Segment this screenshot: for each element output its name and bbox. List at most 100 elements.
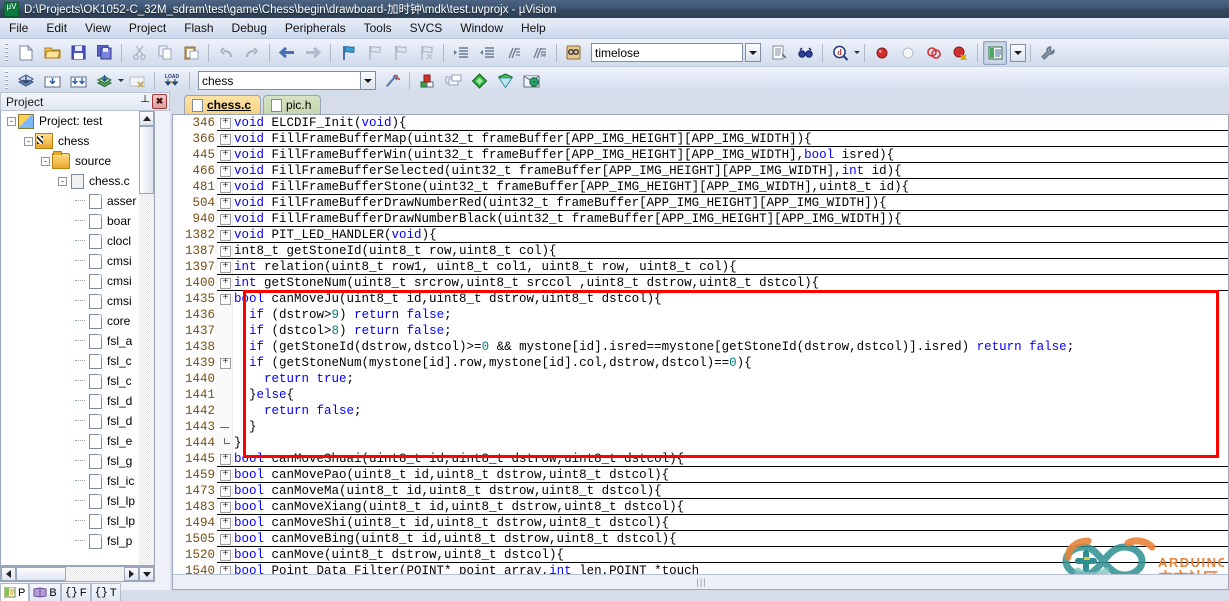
fold-expand-icon[interactable]: + xyxy=(220,517,231,529)
tree-item-fsl-c[interactable]: fsl_c xyxy=(1,371,154,391)
tab-books[interactable]: B xyxy=(29,583,61,601)
tree-item-fsl-d[interactable]: fsl_d xyxy=(1,391,154,411)
tree-expander-icon[interactable]: - xyxy=(7,116,16,126)
editor-tab-pic-h[interactable]: pic.h xyxy=(263,95,322,114)
fold-expand-icon[interactable]: + xyxy=(220,549,231,561)
find-dropdown-arrow[interactable] xyxy=(745,43,761,62)
project-tree-hscrollbar[interactable] xyxy=(0,566,155,582)
cut-button[interactable] xyxy=(127,41,151,65)
code-line[interactable]: 1505 + bool canMoveBing(uint8_t id,uint8_t… xyxy=(173,531,1228,547)
clear-bookmarks-button[interactable] xyxy=(414,41,438,65)
code-line[interactable]: 1445 + bool canMoveShuai(uint8_t id,uint8_… xyxy=(173,451,1228,467)
new-file-button[interactable] xyxy=(14,41,38,65)
menu-file[interactable]: File xyxy=(0,19,37,37)
fold-expand-icon[interactable]: + xyxy=(220,277,231,289)
menu-debug[interactable]: Debug xyxy=(223,19,276,37)
tree-expander-icon[interactable]: - xyxy=(24,136,33,146)
fold-expand-icon[interactable]: + xyxy=(220,213,231,225)
fold-expand-icon[interactable]: + xyxy=(220,149,231,161)
clipboard-paste-button[interactable] xyxy=(179,41,203,65)
prev-bookmark-button[interactable] xyxy=(362,41,386,65)
tree-item-cmsi[interactable]: cmsi xyxy=(1,271,154,291)
kill-all-breakpoints-button[interactable] xyxy=(948,41,972,65)
scroll-left-button[interactable] xyxy=(1,567,16,581)
fold-expand-icon[interactable]: + xyxy=(220,181,231,193)
target-combo-arrow[interactable] xyxy=(360,71,376,90)
code-lines[interactable]: 346 + void ELCDIF_Init(void){366 + void Fill… xyxy=(173,115,1228,589)
tree-item-fsl-lp[interactable]: fsl_lp xyxy=(1,511,154,531)
tree-item-fsl-e[interactable]: fsl_e xyxy=(1,431,154,451)
navigate-forward-button[interactable] xyxy=(301,41,325,65)
uncomment-button[interactable] xyxy=(527,41,551,65)
configuration-wizard-button[interactable] xyxy=(1036,41,1060,65)
code-line[interactable]: 1444} xyxy=(173,435,1228,451)
editor-tab-chess-c[interactable]: chess.c xyxy=(184,95,262,114)
tree-item-chess[interactable]: - chess xyxy=(1,131,154,151)
rebuild-button[interactable] xyxy=(66,69,90,93)
code-line[interactable]: 366 + void FillFrameBufferMap(uint32_t fra… xyxy=(173,131,1228,147)
manage-runtime-button[interactable] xyxy=(493,69,517,93)
code-line[interactable]: 1459 + bool canMovePao(uint8_t id,uint8_t … xyxy=(173,467,1228,483)
fold-expand-icon[interactable]: + xyxy=(220,117,231,129)
vscroll-track[interactable] xyxy=(139,194,154,565)
find-combo[interactable] xyxy=(589,43,743,62)
target-combo[interactable] xyxy=(196,71,376,90)
insert-file-button[interactable] xyxy=(767,41,791,65)
menu-svcs[interactable]: SVCS xyxy=(401,19,452,37)
code-editor[interactable]: 346 + void ELCDIF_Init(void){366 + void Fill… xyxy=(172,114,1229,590)
code-line[interactable]: 1436 if (dstrow>9) return false; xyxy=(173,307,1228,323)
code-line[interactable]: 504 + void FillFrameBufferDrawNumberRed(ui… xyxy=(173,195,1228,211)
outdent-button[interactable] xyxy=(475,41,499,65)
tree-item-project-test[interactable]: - Project: test xyxy=(1,111,154,131)
redo-button[interactable] xyxy=(240,41,264,65)
stop-build-button[interactable] xyxy=(125,69,149,93)
code-line[interactable]: 1437 if (dstcol>8) return false; xyxy=(173,323,1228,339)
code-line[interactable]: 1473 + bool canMoveMa(uint8_t id,uint8_t d… xyxy=(173,483,1228,499)
code-line[interactable]: 445 + void FillFrameBufferWin(uint32_t fra… xyxy=(173,147,1228,163)
find-next-button[interactable] xyxy=(793,41,817,65)
disable-breakpoint-button[interactable] xyxy=(896,41,920,65)
fold-expand-icon[interactable]: + xyxy=(220,229,231,241)
copy-button[interactable] xyxy=(153,41,177,65)
download-button[interactable]: LOAD xyxy=(160,69,184,93)
code-line[interactable]: 1435 + bool canMoveJu(uint8_t id,uint8_t d… xyxy=(173,291,1228,307)
tree-expander-icon[interactable]: - xyxy=(58,176,67,186)
select-software-packs-button[interactable] xyxy=(519,69,543,93)
code-line[interactable]: 1397 + int relation(uint8_t row1, uint8_t … xyxy=(173,259,1228,275)
save-all-button[interactable] xyxy=(92,41,116,65)
tree-item-cmsi[interactable]: cmsi xyxy=(1,291,154,311)
code-line[interactable]: 1387 + int8_t getStoneId(uint8_t row,uint8… xyxy=(173,243,1228,259)
tree-item-source[interactable]: - source xyxy=(1,151,154,171)
find-history-dropdown[interactable] xyxy=(745,43,761,62)
code-line[interactable]: 346 + void ELCDIF_Init(void){ xyxy=(173,115,1228,131)
target-combo-input[interactable] xyxy=(198,71,360,90)
build-button[interactable] xyxy=(40,69,64,93)
fold-expand-icon[interactable]: + xyxy=(220,485,231,497)
tree-item-chess-c[interactable]: - chess.c xyxy=(1,171,154,191)
tab-templates[interactable]: {} T xyxy=(90,583,121,601)
manage-project-items-button[interactable] xyxy=(441,69,465,93)
tree-item-fsl-c[interactable]: fsl_c xyxy=(1,351,154,371)
menu-peripherals[interactable]: Peripherals xyxy=(276,19,355,37)
target-options-button[interactable] xyxy=(415,69,439,93)
fold-expand-icon[interactable]: + xyxy=(220,533,231,545)
tree-item-fsl-d[interactable]: fsl_d xyxy=(1,411,154,431)
menu-help[interactable]: Help xyxy=(512,19,555,37)
tab-functions[interactable]: {} F xyxy=(60,583,91,601)
pack-installer-button[interactable] xyxy=(467,69,491,93)
fold-expand-icon[interactable]: + xyxy=(220,501,231,513)
fold-expand-icon[interactable]: + xyxy=(220,197,231,209)
menu-view[interactable]: View xyxy=(76,19,120,37)
code-line[interactable]: 940 + void FillFrameBufferDrawNumberBlack(… xyxy=(173,211,1228,227)
next-bookmark-button[interactable] xyxy=(388,41,412,65)
comment-button[interactable] xyxy=(501,41,525,65)
fold-expand-icon[interactable]: + xyxy=(220,245,231,257)
code-line[interactable]: 1438 if (getStoneId(dstrow,dstcol)>=0 &&… xyxy=(173,339,1228,355)
tree-item-fsl-p[interactable]: fsl_p xyxy=(1,531,154,551)
find-in-files-button[interactable] xyxy=(562,41,586,65)
project-tree-vscrollbar[interactable] xyxy=(139,111,154,565)
toggle-bookmark-button[interactable] xyxy=(336,41,360,65)
tree-item-fsl-ic[interactable]: fsl_ic xyxy=(1,471,154,491)
pin-icon[interactable]: ┴ xyxy=(138,94,152,109)
fold-expand-icon[interactable]: + xyxy=(220,165,231,177)
